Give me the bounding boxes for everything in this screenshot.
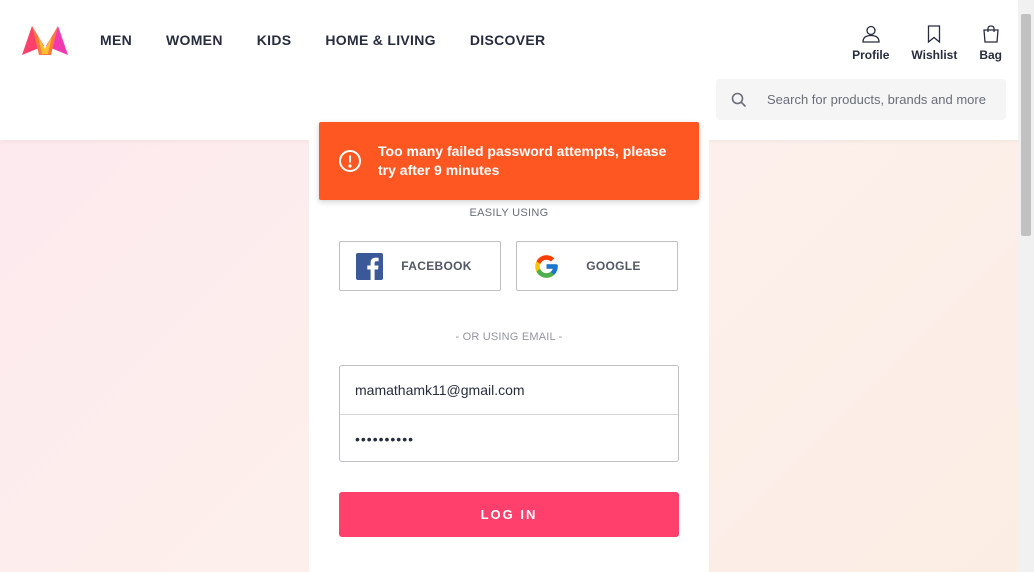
search-icon[interactable]	[731, 92, 747, 108]
profile-button[interactable]: Profile	[852, 24, 889, 62]
nav-women[interactable]: WOMEN	[166, 30, 223, 50]
bag-button[interactable]: Bag	[979, 24, 1002, 62]
alert-message: Too many failed password attempts, pleas…	[378, 143, 667, 178]
nav-kids[interactable]: KIDS	[257, 30, 292, 50]
user-icon	[862, 25, 880, 43]
password-field[interactable]	[340, 414, 678, 462]
exclamation-circle-icon	[339, 150, 361, 172]
scrollbar-thumb[interactable]	[1021, 14, 1031, 236]
myntra-logo[interactable]	[20, 22, 70, 58]
wishlist-button[interactable]: Wishlist	[911, 24, 957, 62]
site-header: MEN WOMEN KIDS HOME & LIVING DISCOVER Pr…	[0, 0, 1018, 140]
nav-men[interactable]: MEN	[100, 30, 132, 50]
facebook-icon	[356, 252, 383, 280]
bookmark-icon	[928, 25, 941, 44]
or-using-email-label: - OR USING EMAIL -	[455, 331, 563, 343]
google-icon	[535, 254, 558, 278]
facebook-login-button[interactable]: FACEBOOK	[339, 241, 501, 291]
wishlist-label: Wishlist	[911, 48, 958, 62]
nav-discover[interactable]: DISCOVER	[470, 30, 546, 50]
search-input[interactable]	[767, 92, 997, 107]
error-alert: Too many failed password attempts, pleas…	[319, 122, 699, 200]
bag-label: Bag	[979, 48, 1002, 62]
facebook-label: FACEBOOK	[401, 259, 472, 273]
page-scrollbar[interactable]	[1018, 0, 1034, 572]
nav-home-living[interactable]: HOME & LIVING	[325, 30, 435, 50]
bag-icon	[982, 25, 999, 43]
login-button[interactable]: LOG IN	[339, 492, 679, 537]
google-label: GOOGLE	[586, 259, 641, 273]
google-login-button[interactable]: GOOGLE	[516, 241, 678, 291]
easily-using-label: EASILY USING	[469, 207, 549, 219]
search-bar	[716, 79, 1006, 120]
credentials-form	[339, 365, 679, 462]
header-actions: Profile Wishlist Bag	[830, 24, 1002, 62]
main-nav: MEN WOMEN KIDS HOME & LIVING DISCOVER	[100, 30, 579, 50]
email-field[interactable]	[340, 366, 678, 414]
profile-label: Profile	[852, 48, 890, 62]
